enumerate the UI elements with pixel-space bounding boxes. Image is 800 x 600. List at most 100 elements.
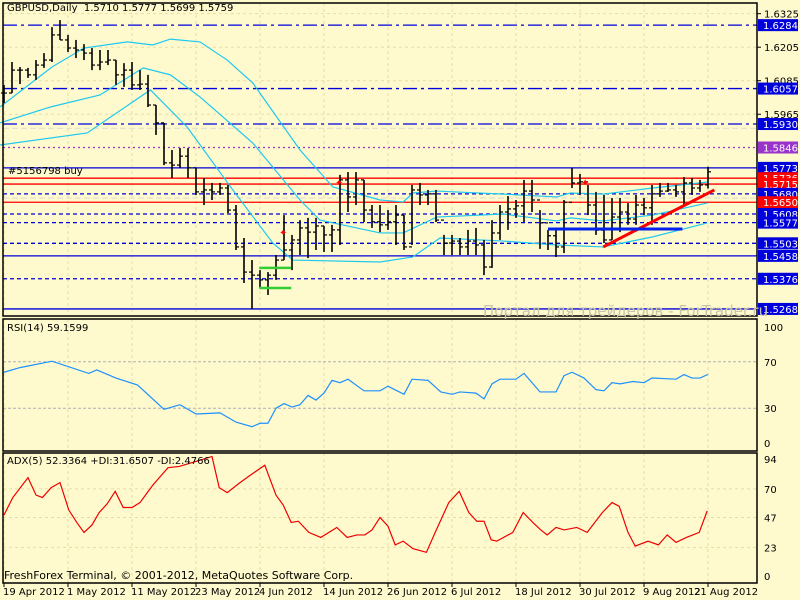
price-bar bbox=[569, 167, 575, 203]
price-level-label: 1.5846 bbox=[763, 143, 798, 154]
adx-line bbox=[3, 455, 708, 554]
price-bar bbox=[97, 50, 103, 71]
price-level-label: 1.5268 bbox=[763, 305, 798, 316]
date-label: 4 Jun 2012 bbox=[259, 587, 313, 598]
price-bar bbox=[265, 272, 271, 295]
price-bar bbox=[233, 205, 239, 250]
price-bar bbox=[681, 177, 687, 206]
bollinger-lower bbox=[0, 89, 708, 263]
price-bar bbox=[25, 67, 31, 78]
price-level-label: 1.5458 bbox=[763, 252, 798, 263]
price-bar bbox=[65, 34, 71, 52]
price-bar bbox=[505, 196, 511, 230]
adx-tick-label: 47 bbox=[764, 513, 777, 524]
price-bar bbox=[321, 225, 327, 252]
price-level-label: 1.5376 bbox=[763, 275, 798, 286]
rsi-tick-label: 100 bbox=[764, 323, 783, 334]
date-label: 30 Jul 2012 bbox=[579, 587, 636, 598]
trade-marker-icon: ✦ bbox=[335, 178, 343, 189]
price-bar bbox=[241, 237, 247, 283]
price-bar bbox=[617, 198, 623, 233]
price-bar bbox=[473, 227, 479, 256]
rsi-tick-label: 70 bbox=[764, 358, 777, 369]
date-label: 19 Apr 2012 bbox=[3, 587, 65, 598]
trade-marker-icon: ✦ bbox=[279, 228, 287, 239]
price-bar bbox=[121, 63, 127, 87]
price-level-label: 1.5577 bbox=[763, 219, 798, 230]
price-bar bbox=[73, 39, 79, 59]
price-bar bbox=[625, 203, 631, 225]
price-bar bbox=[225, 184, 231, 214]
date-label: 1 May 2012 bbox=[67, 587, 126, 598]
price-level-label: 1.5650 bbox=[763, 198, 798, 209]
adx-tick-label: 94 bbox=[764, 455, 777, 466]
rsi-tick-label: 30 bbox=[764, 404, 777, 415]
rsi-title: RSI(14) 59.1599 bbox=[7, 323, 89, 334]
price-bar bbox=[633, 194, 639, 225]
price-bar bbox=[41, 53, 47, 68]
watermark: Портал для трейдеров - ForTrader.ru bbox=[483, 302, 769, 320]
price-bar bbox=[489, 220, 495, 268]
price-level-label: 1.6284 bbox=[763, 21, 798, 32]
price-bar bbox=[521, 179, 527, 223]
price-level-label: 1.5930 bbox=[763, 120, 798, 131]
trade-marker-icon: ✦ bbox=[581, 178, 589, 189]
date-label: 6 Jul 2012 bbox=[451, 587, 501, 598]
price-bar bbox=[537, 199, 543, 249]
price-bar bbox=[369, 205, 375, 228]
rsi-tick-label: 0 bbox=[764, 439, 770, 450]
price-bar bbox=[201, 177, 207, 206]
price-bar bbox=[17, 67, 23, 85]
price-bar bbox=[209, 182, 215, 200]
price-bar bbox=[481, 239, 487, 276]
adx-tick-label: 70 bbox=[764, 485, 777, 496]
price-level-label: 1.5503 bbox=[763, 239, 798, 250]
price-bar bbox=[353, 172, 359, 206]
ohlc-readout: 1.5710 1.5777 1.5699 1.5759 bbox=[83, 3, 234, 14]
price-level-label: 1.6057 bbox=[763, 85, 798, 96]
price-bar bbox=[249, 260, 255, 309]
adx-title: ADX(5) 52.3364 +DI:31.6507 -DI:2.4766 bbox=[7, 456, 210, 467]
copyright: FreshForex Terminal, © 2001-2012, MetaQu… bbox=[4, 569, 354, 582]
price-bar bbox=[81, 44, 87, 61]
date-label: 9 Aug 2012 bbox=[643, 587, 701, 598]
price-bar bbox=[361, 179, 367, 223]
price-bar bbox=[697, 179, 703, 192]
price-bar bbox=[145, 74, 151, 107]
price-bar bbox=[161, 122, 167, 166]
date-label: 11 May 2012 bbox=[131, 587, 196, 598]
price-bar bbox=[457, 237, 463, 256]
price-bar bbox=[89, 48, 95, 71]
price-bar bbox=[609, 198, 615, 241]
price-bar bbox=[393, 205, 399, 245]
symbol-label: GBPUSD,Daily bbox=[7, 3, 78, 14]
price-bar bbox=[657, 182, 663, 197]
price-bar bbox=[385, 210, 391, 230]
price-bar bbox=[1, 84, 7, 104]
price-bar bbox=[297, 220, 303, 256]
date-label: 23 May 2012 bbox=[195, 587, 260, 598]
price-tick-label: 1.6205 bbox=[764, 43, 799, 54]
date-label: 14 Jun 2012 bbox=[323, 587, 383, 598]
date-label: 18 Jul 2012 bbox=[515, 587, 572, 598]
date-label: 21 Aug 2012 bbox=[694, 587, 758, 598]
price-bar bbox=[153, 104, 159, 135]
price-bar bbox=[545, 222, 551, 250]
price-bar bbox=[329, 224, 335, 252]
price-bar bbox=[177, 148, 183, 168]
price-bar bbox=[465, 229, 471, 256]
price-bar bbox=[169, 150, 175, 178]
price-bar bbox=[137, 70, 143, 90]
price-tick-label: 1.6325 bbox=[764, 10, 799, 21]
price-bar bbox=[57, 20, 63, 41]
price-bar bbox=[105, 50, 111, 66]
price-bar bbox=[305, 217, 311, 259]
rsi-line bbox=[3, 360, 709, 428]
adx-tick-label: 23 bbox=[764, 543, 777, 554]
price-bar bbox=[49, 27, 55, 63]
price-bar bbox=[217, 182, 223, 195]
price-bar bbox=[33, 60, 39, 80]
order-label: #5156798 buy bbox=[8, 166, 83, 177]
price-bar bbox=[193, 167, 199, 195]
trading-chart[interactable]: ✦✦ ✦1.63251.62051.60851.59651.62841.60571… bbox=[0, 0, 800, 600]
